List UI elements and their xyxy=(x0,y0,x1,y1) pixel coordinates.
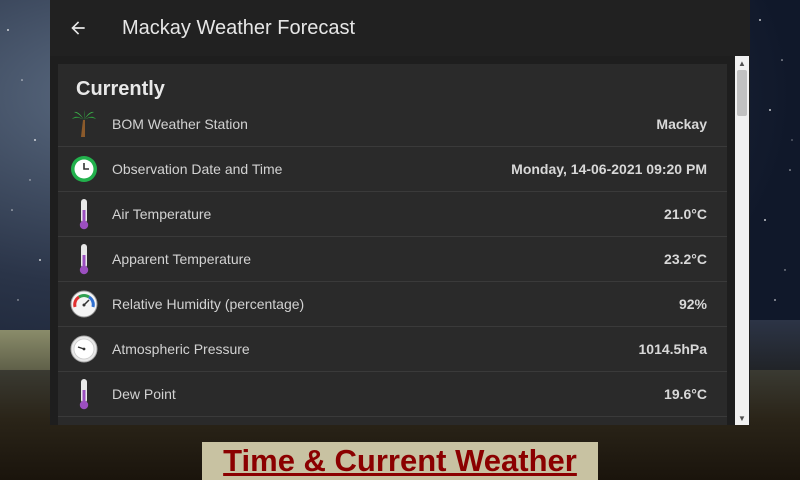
page-title: Mackay Weather Forecast xyxy=(122,16,356,39)
card-title: Currently xyxy=(76,78,165,100)
current-weather-card: Currently BOM Weather Station Mackay Obs… xyxy=(58,64,727,425)
list-item[interactable]: Air Temperature 21.0°C xyxy=(58,192,727,237)
row-label: Observation Date and Time xyxy=(112,161,283,177)
app-bar: Mackay Weather Forecast xyxy=(50,0,750,56)
back-button[interactable] xyxy=(50,0,106,56)
humidity-gauge-icon xyxy=(70,288,98,320)
thermometer-icon xyxy=(70,378,98,410)
row-value: 21.0°C xyxy=(664,206,707,222)
scroll-down-arrow-icon[interactable]: ▼ xyxy=(735,411,749,425)
arrow-left-icon xyxy=(71,21,85,35)
list-item[interactable]: BOM Weather Station Mackay xyxy=(58,102,727,147)
row-value: 92% xyxy=(678,296,707,312)
list-item[interactable]: Relative Humidity (percentage) 92% xyxy=(58,282,727,327)
scrollbar[interactable]: ▲ ▼ xyxy=(735,56,749,425)
list-item[interactable]: Dew Point 19.6°C xyxy=(58,372,727,417)
list-item[interactable]: Atmospheric Pressure 1014.5hPa xyxy=(58,327,727,372)
row-value: 1014.5hPa xyxy=(638,341,708,357)
thermometer-icon xyxy=(70,243,98,275)
thermometer-icon xyxy=(70,198,98,230)
scroll-up-arrow-icon[interactable]: ▲ xyxy=(735,56,749,70)
scroll-thumb[interactable] xyxy=(737,70,747,116)
row-label: Apparent Temperature xyxy=(112,251,252,267)
list-item[interactable]: Observation Date and Time Monday, 14-06-… xyxy=(58,147,727,192)
pressure-gauge-icon xyxy=(70,333,98,365)
row-label: BOM Weather Station xyxy=(112,116,248,132)
row-value: 23.2°C xyxy=(664,251,707,267)
list-item[interactable]: Apparent Temperature 23.2°C xyxy=(58,237,727,282)
row-label: Atmospheric Pressure xyxy=(112,341,250,357)
row-label: Dew Point xyxy=(112,386,176,402)
row-value: 19.6°C xyxy=(664,386,707,402)
clock-icon xyxy=(70,153,98,185)
row-label: Air Temperature xyxy=(112,206,212,222)
caption-text: Time & Current Weather xyxy=(223,443,577,478)
row-value: Mackay xyxy=(656,116,707,132)
row-label: Relative Humidity (percentage) xyxy=(112,296,305,312)
caption-banner: Time & Current Weather xyxy=(202,442,598,480)
app-window: Mackay Weather Forecast Currently BOM We… xyxy=(50,0,750,425)
row-value: Monday, 14-06-2021 09:20 PM xyxy=(511,161,707,177)
palm-tree-icon xyxy=(70,108,98,140)
weather-list: BOM Weather Station Mackay Observation D… xyxy=(58,102,727,417)
